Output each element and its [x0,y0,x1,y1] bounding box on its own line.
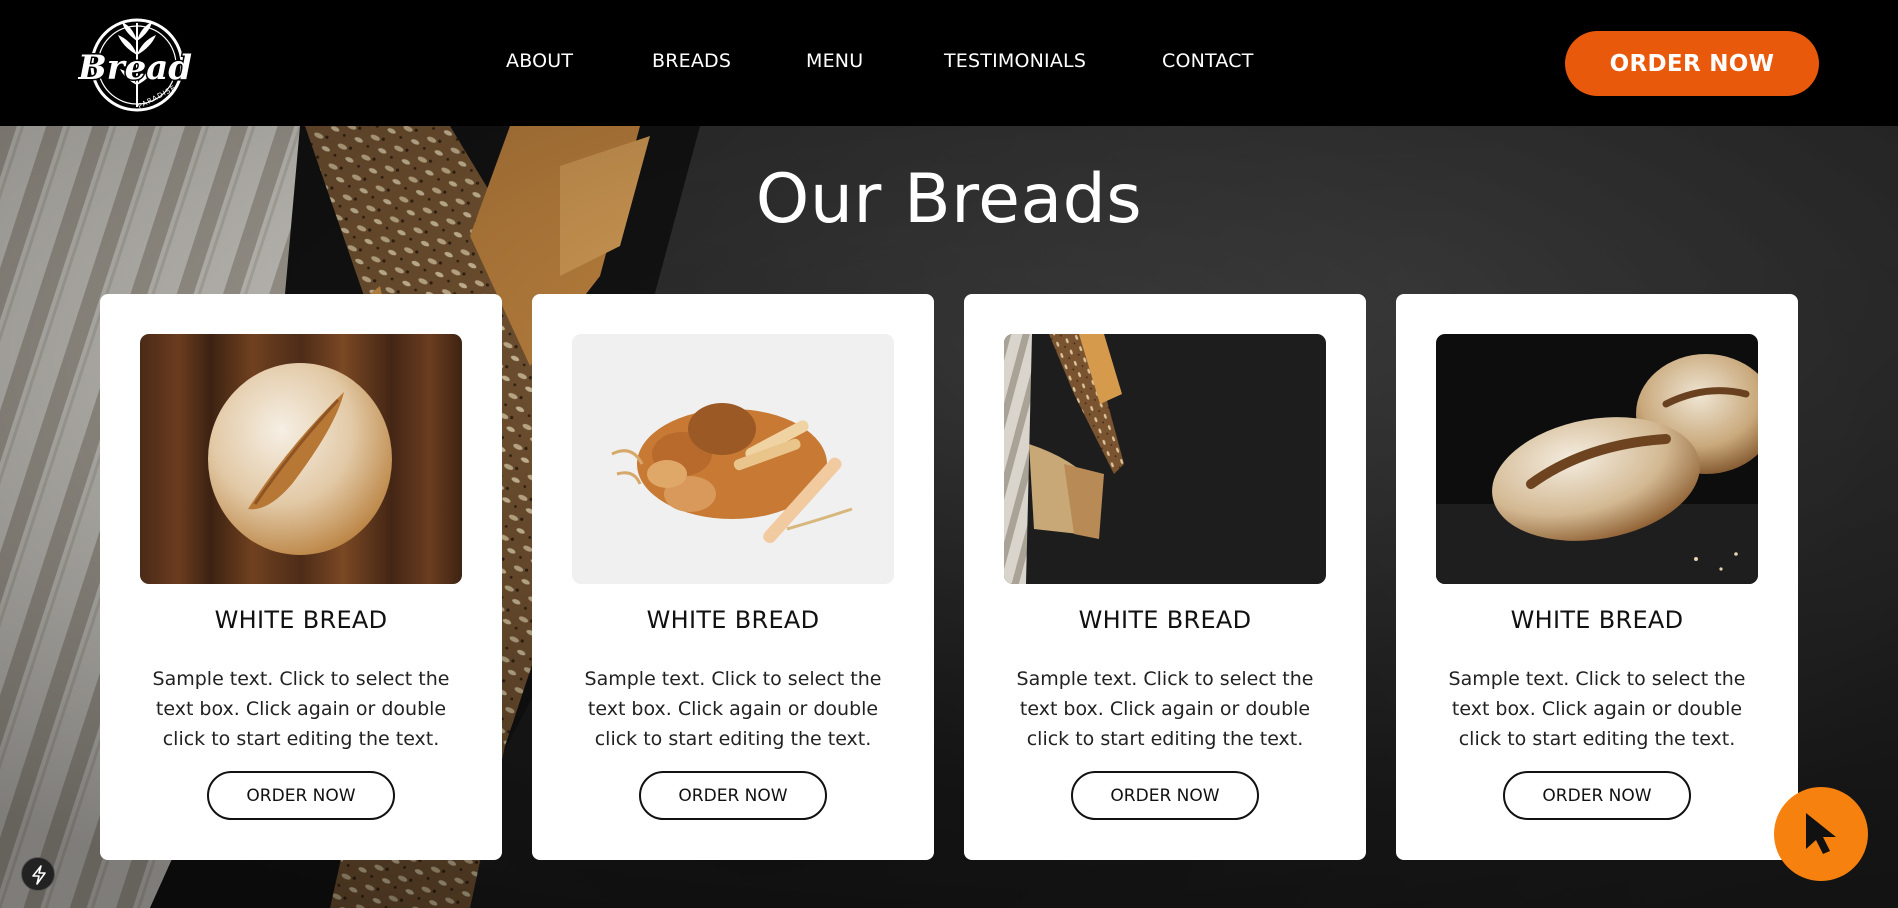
nav-contact[interactable]: CONTACT [1162,50,1254,72]
product-card-1: WHITE BREAD Sample text. Click to select… [100,294,502,860]
card-order-button[interactable]: ORDER NOW [1503,771,1691,820]
product-card-3: WHITE BREAD Sample text. Click to select… [964,294,1366,860]
card-image-round-loaf [140,334,462,584]
card-title: WHITE BREAD [1078,606,1252,634]
card-title: WHITE BREAD [646,606,820,634]
card-description: Sample text. Click to select the text bo… [152,668,450,750]
brand-logo[interactable]: Bread PARADISE [75,13,196,113]
card-image-bread-basket [572,334,894,584]
card-title: WHITE BREAD [1510,606,1684,634]
card-image-baguettes [1004,334,1326,584]
nav-breads[interactable]: BREADS [652,50,731,72]
nav-about[interactable]: ABOUT [506,50,573,72]
card-order-button[interactable]: ORDER NOW [639,771,827,820]
cursor-icon [1806,813,1836,854]
card-order-button[interactable]: ORDER NOW [1071,771,1259,820]
nav-testimonials[interactable]: TESTIMONIALS [944,50,1086,72]
card-description: Sample text. Click to select the text bo… [1016,668,1314,750]
card-image-sourdough [1436,334,1758,584]
floating-action-button[interactable] [1774,787,1868,881]
logo-wordmark: Bread [78,48,192,88]
lightning-icon [32,865,46,885]
card-description: Sample text. Click to select the text bo… [584,668,882,750]
logo-emblem: Bread PARADISE [75,18,194,112]
nav-menu[interactable]: MENU [806,50,863,72]
section-title: Our Breads [755,160,1143,239]
product-card-4: WHITE BREAD Sample text. Click to select… [1396,294,1798,860]
quick-tools-badge[interactable] [21,857,55,891]
site-header: Bread PARADISE ABOUT BREADS MENU TESTIMO… [0,0,1898,126]
order-now-button[interactable]: ORDER NOW [1565,31,1819,96]
card-description: Sample text. Click to select the text bo… [1448,668,1746,750]
card-title: WHITE BREAD [214,606,388,634]
card-order-button[interactable]: ORDER NOW [207,771,395,820]
product-card-2: WHITE BREAD Sample text. Click to select… [532,294,934,860]
